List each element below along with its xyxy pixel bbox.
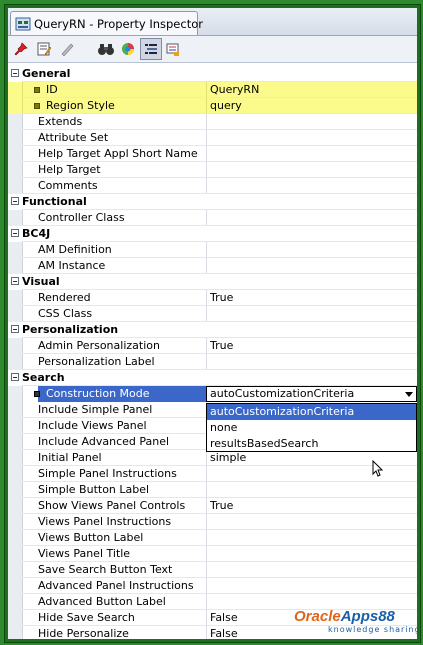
property-value[interactable]	[206, 258, 417, 274]
property-row-rendered[interactable]: Rendered True	[8, 290, 417, 306]
property-value[interactable]	[206, 530, 417, 546]
category-search[interactable]: Search	[8, 370, 417, 386]
required-icon	[34, 87, 40, 93]
property-value[interactable]	[206, 146, 417, 162]
property-inspector: QueryRN - Property Inspector General ID …	[8, 8, 417, 639]
property-value[interactable]	[206, 178, 417, 194]
property-row-admin-personalization[interactable]: Admin Personalization True	[8, 338, 417, 354]
property-row-construction-mode[interactable]: Construction Mode autoCustomizationCrite…	[8, 386, 417, 402]
pencil-icon[interactable]	[57, 39, 77, 59]
property-value[interactable]: True	[206, 290, 417, 306]
property-row-views-button[interactable]: Views Button Label	[8, 530, 417, 546]
collapse-icon[interactable]	[11, 325, 19, 333]
property-row-save-search-button[interactable]: Save Search Button Text	[8, 562, 417, 578]
property-value[interactable]	[206, 114, 417, 130]
property-value[interactable]	[206, 210, 417, 226]
required-icon	[34, 391, 40, 397]
property-value[interactable]: query	[206, 98, 417, 114]
property-row-help-target[interactable]: Help Target	[8, 162, 417, 178]
property-value[interactable]	[206, 514, 417, 530]
window-frame: QueryRN - Property Inspector General ID …	[4, 4, 421, 643]
watermark-logo: OracleApps88 knowledge sharing	[294, 608, 417, 634]
category-general[interactable]: General	[8, 66, 417, 82]
tab-title: QueryRN - Property Inspector	[34, 16, 203, 31]
property-value[interactable]: True	[206, 338, 417, 354]
property-row-extends[interactable]: Extends	[8, 114, 417, 130]
mouse-pointer-icon	[372, 459, 384, 481]
property-row-comments[interactable]: Comments	[8, 178, 417, 194]
toolbar	[8, 36, 417, 63]
chevron-down-icon[interactable]	[405, 392, 413, 397]
property-row-simple-instructions[interactable]: Simple Panel Instructions	[8, 466, 417, 482]
category-functional[interactable]: Functional	[8, 194, 417, 210]
category-personalization[interactable]: Personalization	[8, 322, 417, 338]
property-value[interactable]	[206, 130, 417, 146]
alphabetical-icon[interactable]	[163, 39, 183, 59]
property-value[interactable]	[206, 578, 417, 594]
property-row-id[interactable]: ID QueryRN	[8, 82, 417, 98]
property-value[interactable]	[206, 482, 417, 498]
property-row-region-style[interactable]: Region Style query	[8, 98, 417, 114]
required-icon	[34, 103, 40, 109]
property-value[interactable]	[206, 306, 417, 322]
property-row-controller-class[interactable]: Controller Class	[8, 210, 417, 226]
property-value[interactable]	[206, 546, 417, 562]
collapse-icon[interactable]	[11, 69, 19, 77]
property-row-personalization-label[interactable]: Personalization Label	[8, 354, 417, 370]
property-row-advanced-instructions[interactable]: Advanced Panel Instructions	[8, 578, 417, 594]
construction-mode-dropdown: autoCustomizationCriteria none resultsBa…	[206, 403, 417, 452]
dropdown-option[interactable]: autoCustomizationCriteria	[207, 404, 416, 420]
collapse-icon[interactable]	[11, 277, 19, 285]
property-row-show-views-controls[interactable]: Show Views Panel Controls True	[8, 498, 417, 514]
property-value[interactable]	[206, 162, 417, 178]
property-value[interactable]: simple	[206, 450, 417, 466]
property-row-am-definition[interactable]: AM Definition	[8, 242, 417, 258]
dropdown-option[interactable]: none	[207, 420, 416, 436]
property-value[interactable]	[206, 562, 417, 578]
property-value[interactable]	[206, 354, 417, 370]
tab-bar: QueryRN - Property Inspector	[8, 8, 417, 36]
color-wheel-icon[interactable]	[118, 39, 138, 59]
binoculars-icon[interactable]	[96, 39, 116, 59]
dropdown-option[interactable]: resultsBasedSearch	[207, 436, 416, 452]
property-value[interactable]	[206, 466, 417, 482]
property-row-initial-panel[interactable]: Initial Panel simple	[8, 450, 417, 466]
tab-property-inspector[interactable]: QueryRN - Property Inspector	[10, 11, 203, 35]
property-value[interactable]: True	[206, 498, 417, 514]
category-visual[interactable]: Visual	[8, 274, 417, 290]
property-row-attribute-set[interactable]: Attribute Set	[8, 130, 417, 146]
collapse-icon[interactable]	[11, 197, 19, 205]
property-row-views-title[interactable]: Views Panel Title	[8, 546, 417, 562]
collapse-icon[interactable]	[11, 229, 19, 237]
construction-mode-select[interactable]: autoCustomizationCriteria	[206, 386, 417, 402]
property-value[interactable]	[206, 242, 417, 258]
property-row-am-instance[interactable]: AM Instance	[8, 258, 417, 274]
property-row-simple-button[interactable]: Simple Button Label	[8, 482, 417, 498]
pin-icon[interactable]	[11, 39, 31, 59]
property-value[interactable]: QueryRN	[206, 82, 417, 98]
edit-properties-icon[interactable]	[34, 39, 54, 59]
category-bc4j[interactable]: BC4J	[8, 226, 417, 242]
property-row-help-target-appl[interactable]: Help Target Appl Short Name	[8, 146, 417, 162]
property-grid: General ID QueryRN Region Style query Ex…	[8, 63, 417, 639]
categorize-icon[interactable]	[140, 38, 162, 60]
property-inspector-icon	[15, 17, 31, 31]
collapse-icon[interactable]	[11, 373, 19, 381]
property-row-views-instructions[interactable]: Views Panel Instructions	[8, 514, 417, 530]
property-row-css-class[interactable]: CSS Class	[8, 306, 417, 322]
